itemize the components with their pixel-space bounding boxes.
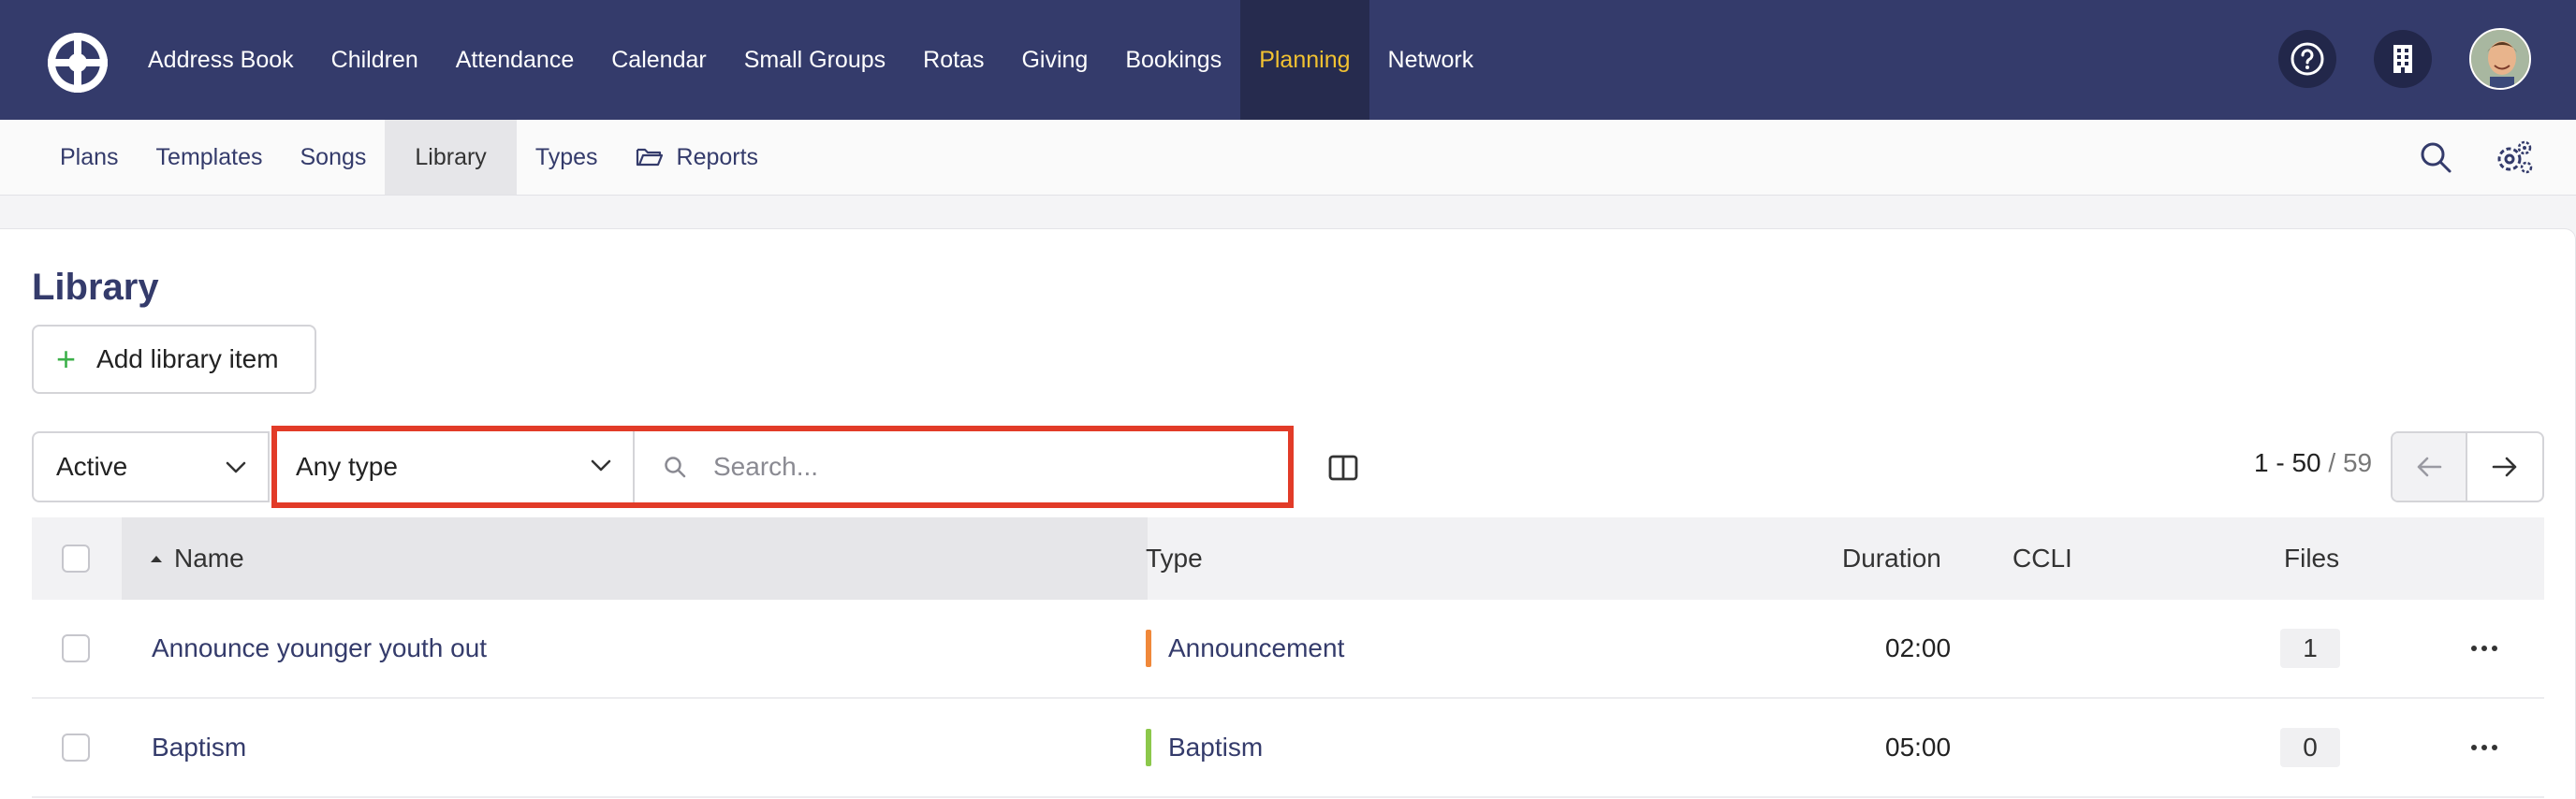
item-type-link[interactable]: Announcement (1146, 600, 1344, 697)
item-type-label: Baptism (1168, 733, 1264, 762)
tab-library[interactable]: Library (385, 120, 517, 195)
help-icon (2291, 42, 2324, 76)
nav-address-book[interactable]: Address Book (129, 0, 313, 120)
highlight-box (271, 426, 1294, 508)
column-header-name[interactable]: Name (122, 517, 1148, 600)
plus-icon: + (56, 340, 77, 378)
item-duration: 02:00 (1885, 633, 1952, 662)
table-row: Announce younger youth out Announcement … (32, 600, 2544, 699)
library-table: Name Type Duration CCLI Files Announce y… (32, 517, 2544, 798)
item-files-cell: 1 (2280, 600, 2340, 697)
row-checkbox-cell (62, 600, 90, 697)
table-header: Name Type Duration CCLI Files (32, 517, 2544, 600)
item-name-link[interactable]: Baptism (152, 699, 246, 796)
status-select[interactable]: Active (32, 431, 270, 502)
table-row: Baptism Baptism 05:00 0 (32, 699, 2544, 798)
pagination-controls (2391, 431, 2544, 502)
nav-giving[interactable]: Giving (1003, 0, 1106, 120)
columns-toggle-button[interactable] (1327, 452, 1359, 484)
column-header-duration[interactable]: Duration (1842, 517, 1941, 600)
arrow-left-icon (2417, 457, 2442, 477)
column-header-files[interactable]: Files (2284, 517, 2339, 600)
folder-open-icon (636, 148, 663, 167)
row-checkbox[interactable] (62, 734, 90, 762)
select-all-checkbox[interactable] (62, 545, 90, 573)
search-icon (2421, 142, 2452, 173)
tab-types[interactable]: Types (517, 120, 617, 195)
gear-icon (2497, 140, 2533, 174)
nav-children[interactable]: Children (313, 0, 437, 120)
item-type-link[interactable]: Baptism (1146, 699, 1263, 796)
tab-reports[interactable]: Reports (617, 120, 778, 195)
tab-reports-label: Reports (676, 143, 759, 170)
status-select-value: Active (56, 452, 128, 481)
app-logo-icon[interactable] (45, 30, 110, 95)
building-icon (2393, 45, 2412, 73)
tab-templates[interactable]: Templates (138, 120, 282, 195)
column-header-ccli[interactable]: CCLI (2012, 517, 2072, 600)
nav-rotas[interactable]: Rotas (904, 0, 1003, 120)
type-color-indicator (1146, 729, 1151, 766)
pagination-summary: 1 - 50 / 59 (2254, 448, 2372, 478)
nav-bookings[interactable]: Bookings (1106, 0, 1240, 120)
item-name-link[interactable]: Announce younger youth out (152, 600, 487, 697)
chevron-down-icon (226, 461, 246, 473)
sub-navigation: Plans Templates Songs Library Types Repo… (0, 120, 2576, 196)
type-color-indicator (1146, 630, 1151, 667)
column-header-name-label: Name (174, 544, 244, 573)
nav-small-groups[interactable]: Small Groups (725, 0, 904, 120)
nav-planning[interactable]: Planning (1240, 0, 1369, 120)
sort-ascending-icon (151, 556, 162, 562)
help-button[interactable] (2278, 30, 2336, 88)
top-navigation: Address Book Children Attendance Calenda… (0, 0, 2576, 120)
nav-network[interactable]: Network (1369, 0, 1493, 120)
add-library-item-button[interactable]: + Add library item (32, 325, 316, 394)
settings-button[interactable] (2494, 137, 2535, 178)
search-button[interactable] (2415, 137, 2456, 178)
previous-page-button[interactable] (2393, 433, 2467, 501)
library-card: Library + Add library item Active Any ty… (0, 228, 2576, 799)
column-header-type[interactable]: Type (1146, 517, 1203, 600)
tab-songs[interactable]: Songs (282, 120, 386, 195)
user-avatar[interactable] (2469, 28, 2531, 90)
row-checkbox-cell (62, 699, 90, 796)
row-actions-button[interactable] (2471, 699, 2497, 796)
select-all-checkbox-cell (62, 517, 90, 600)
nav-calendar[interactable]: Calendar (593, 0, 724, 120)
item-duration: 05:00 (1885, 733, 1952, 762)
page-title: Library (32, 267, 159, 308)
item-type-label: Announcement (1168, 633, 1345, 662)
nav-attendance[interactable]: Attendance (437, 0, 593, 120)
files-count-badge[interactable]: 0 (2280, 728, 2340, 767)
add-library-item-label: Add library item (96, 344, 279, 373)
pagination-total: / 59 (2328, 448, 2373, 477)
tab-plans[interactable]: Plans (41, 120, 138, 195)
pagination-range: 1 - 50 (2254, 448, 2321, 477)
organisation-button[interactable] (2374, 30, 2432, 88)
row-checkbox[interactable] (62, 634, 90, 662)
row-actions-button[interactable] (2471, 600, 2497, 697)
more-options-icon (2471, 745, 2497, 750)
arrow-right-icon (2492, 457, 2517, 477)
item-files-cell: 0 (2280, 699, 2340, 796)
next-page-button[interactable] (2467, 433, 2542, 501)
columns-icon (1328, 455, 1358, 481)
files-count-badge[interactable]: 1 (2280, 629, 2340, 668)
more-options-icon (2471, 646, 2497, 651)
